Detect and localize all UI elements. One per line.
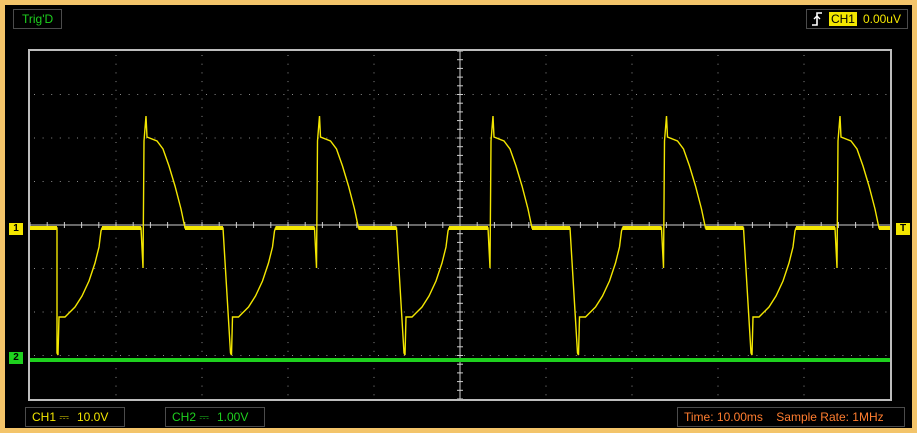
ch2-level-marker[interactable]: 2 xyxy=(9,352,23,364)
bottom-status-bar: CH1 ⎓ 10.0V CH2 ⎓ 1.00V Time: 10.00ms Samp… xyxy=(5,404,912,428)
trigger-status: Trig'D xyxy=(13,9,63,29)
ch1-label: CH1 xyxy=(32,410,57,424)
ch1-zero-segment xyxy=(796,226,835,230)
ch1-level-marker[interactable]: 1 xyxy=(9,223,23,235)
ch1-zero-segment xyxy=(622,226,662,230)
trigger-settings[interactable]: CH1 0.00uV xyxy=(805,9,908,29)
rising-edge-icon xyxy=(811,12,823,26)
waveform-canvas xyxy=(30,51,890,399)
trigger-channel-badge: CH1 xyxy=(828,12,857,26)
sample-rate: Sample Rate: 1MHz xyxy=(776,410,884,424)
ch1-zero-segment xyxy=(449,226,488,230)
trigger-level-marker[interactable]: T xyxy=(896,223,910,235)
ch1-zero-segment xyxy=(275,226,315,230)
waveform-display xyxy=(28,49,892,401)
time-per-div: Time: 10.00ms xyxy=(684,410,763,424)
timebase-readout[interactable]: Time: 10.00ms Sample Rate: 1MHz xyxy=(677,407,905,427)
ch1-zero-segment xyxy=(879,226,890,230)
ch1-scale-readout[interactable]: CH1 ⎓ 10.0V xyxy=(25,407,125,427)
ch2-label: CH2 xyxy=(172,410,197,424)
graticule xyxy=(30,51,890,399)
ch1-zero-segment xyxy=(532,226,570,230)
ch2-scale-readout[interactable]: CH2 ⎓ 1.00V xyxy=(165,407,265,427)
ch1-zero-segment xyxy=(705,226,744,230)
ch1-scale: 10.0V xyxy=(77,410,109,424)
ch2-scale: 1.00V xyxy=(217,410,249,424)
trigger-level: 0.00uV xyxy=(862,12,901,26)
top-status-bar: Trig'D CH1 0.00uV xyxy=(5,5,912,35)
ch1-zero-segment xyxy=(102,226,141,230)
ch1-zero-segment xyxy=(358,226,397,230)
ch1-zero-segment xyxy=(30,226,57,230)
ch1-zero-segment xyxy=(185,226,223,230)
